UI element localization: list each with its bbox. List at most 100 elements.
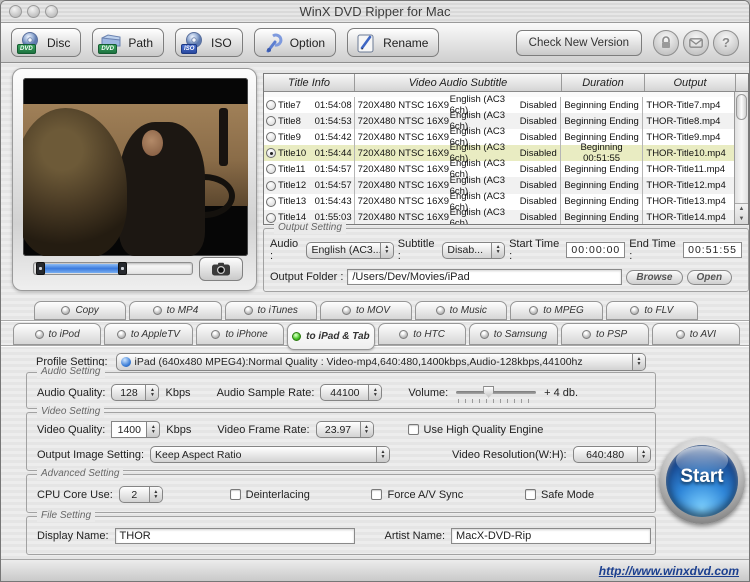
- resolution-select[interactable]: 640:480: [572, 446, 651, 463]
- iso-button[interactable]: ISO ISO: [175, 28, 243, 57]
- open-button[interactable]: Open: [686, 269, 733, 285]
- format-tab[interactable]: to FLV: [605, 301, 698, 320]
- format-tab[interactable]: Copy: [34, 301, 127, 320]
- end-time-field[interactable]: 00:51:55: [683, 242, 743, 258]
- rename-button[interactable]: Rename: [347, 28, 440, 57]
- hq-engine-checkbox-item[interactable]: Use High Quality Engine: [407, 424, 543, 436]
- volume-slider-thumb[interactable]: [483, 385, 495, 398]
- duration-cell[interactable]: Beginning Ending: [561, 97, 644, 114]
- subtitle-state[interactable]: Disabled: [519, 212, 557, 223]
- duration-cell[interactable]: Beginning Ending: [561, 209, 644, 224]
- duration-cell[interactable]: Beginning Ending: [561, 113, 644, 130]
- image-setting-label: Output Image Setting:: [37, 448, 145, 461]
- audio-setting-group: Audio Setting Audio Quality: 128 Kbps Au…: [26, 366, 656, 409]
- column-header-video-audio-subtitle[interactable]: Video Audio Subtitle: [355, 74, 562, 91]
- website-link[interactable]: http://www.winxdvd.com: [599, 564, 739, 578]
- checkbox[interactable]: [371, 489, 383, 500]
- browse-button[interactable]: Browse: [626, 269, 683, 285]
- column-header-duration[interactable]: Duration: [562, 74, 645, 91]
- format-tab[interactable]: to AVI: [651, 323, 740, 345]
- display-name-input[interactable]: THOR: [114, 528, 355, 544]
- checkbox[interactable]: [229, 489, 241, 500]
- zoom-button[interactable]: [45, 5, 58, 18]
- subtitle-state[interactable]: Disabled: [519, 196, 557, 207]
- start-button[interactable]: Start: [659, 438, 745, 524]
- checkbox[interactable]: [524, 489, 536, 500]
- snapshot-button[interactable]: [199, 257, 243, 281]
- disc-button[interactable]: DVD Disc: [11, 28, 82, 57]
- duration-cell[interactable]: Beginning Ending: [561, 161, 644, 178]
- start-time-field[interactable]: 00:00:00: [566, 242, 626, 258]
- artist-name-input[interactable]: MacX-DVD-Rip: [451, 528, 652, 544]
- format-tab[interactable]: to HTC: [378, 323, 467, 345]
- advanced-checkbox-item[interactable]: Deinterlacing: [229, 489, 310, 501]
- stepper-arrows-icon[interactable]: [147, 421, 161, 438]
- contact-button[interactable]: [683, 29, 709, 56]
- trim-start-handle[interactable]: [36, 262, 46, 275]
- title-radio-button[interactable]: [266, 100, 276, 111]
- format-tab[interactable]: to MOV: [319, 301, 413, 320]
- titlebar[interactable]: WinX DVD Ripper for Mac: [1, 1, 749, 23]
- path-button[interactable]: DVD Path: [92, 28, 165, 57]
- subtitle-state[interactable]: Disabled: [519, 164, 557, 175]
- audio-track[interactable]: English (AC3 6ch): [450, 207, 519, 224]
- frame-rate-select[interactable]: 23.97: [315, 421, 374, 438]
- duration-cell[interactable]: Beginning Ending: [561, 193, 644, 210]
- format-tab[interactable]: to iPhone: [195, 323, 284, 345]
- help-button[interactable]: ?: [713, 29, 739, 56]
- subtitle-state[interactable]: Disabled: [519, 148, 557, 159]
- duration-cell[interactable]: Beginning 00:51:55: [561, 142, 644, 164]
- volume-slider[interactable]: [456, 385, 537, 403]
- check-new-version-button[interactable]: Check New Version: [515, 29, 642, 56]
- video-preview-screen[interactable]: [23, 78, 248, 256]
- subtitle-state[interactable]: Disabled: [519, 132, 557, 143]
- option-button[interactable]: Option: [253, 28, 337, 57]
- register-button[interactable]: [653, 29, 679, 56]
- title-radio-button[interactable]: [266, 148, 276, 159]
- profile-select[interactable]: iPad (640x480 MPEG4):Normal Quality : Vi…: [115, 353, 646, 371]
- format-tab[interactable]: to Music: [415, 301, 508, 320]
- cpu-core-select[interactable]: 2: [118, 486, 163, 503]
- format-tab[interactable]: to Samsung: [469, 323, 558, 345]
- sample-rate-select[interactable]: 44100: [320, 384, 383, 401]
- title-radio-button[interactable]: [266, 164, 276, 175]
- format-tab[interactable]: to MP4: [129, 301, 222, 320]
- format-tab[interactable]: to AppleTV: [104, 323, 193, 345]
- duration-cell[interactable]: Beginning Ending: [561, 177, 644, 194]
- title-radio-button[interactable]: [266, 116, 276, 127]
- column-header-output[interactable]: Output: [645, 74, 736, 91]
- trim-slider[interactable]: [33, 262, 193, 275]
- title-radio-button[interactable]: [266, 180, 276, 191]
- scrollbar-arrows[interactable]: ▲ ▼: [735, 203, 748, 224]
- scrollbar-thumb[interactable]: [736, 94, 747, 120]
- advanced-checkbox-item[interactable]: Force A/V Sync: [371, 489, 463, 501]
- subtitle-select[interactable]: Disab...: [442, 241, 506, 259]
- video-quality-label: Video Quality:: [37, 423, 106, 436]
- title-radio-button[interactable]: [266, 132, 276, 143]
- column-header-title-info[interactable]: Title Info: [264, 74, 355, 91]
- format-tab[interactable]: to MPEG: [510, 301, 603, 320]
- image-setting-select[interactable]: Keep Aspect Ratio: [150, 446, 391, 463]
- format-tab[interactable]: to iPad & Tab: [286, 323, 375, 350]
- advanced-checkbox-item[interactable]: Safe Mode: [524, 489, 594, 501]
- trim-end-handle[interactable]: [118, 262, 128, 275]
- subtitle-state[interactable]: Disabled: [519, 116, 557, 127]
- format-tab[interactable]: to PSP: [560, 323, 649, 345]
- format-tab[interactable]: to iTunes: [224, 301, 317, 320]
- table-scrollbar[interactable]: ▲ ▼: [734, 92, 748, 224]
- title-radio-button[interactable]: [266, 196, 276, 207]
- audio-select[interactable]: English (AC3...: [306, 241, 394, 259]
- output-folder-input[interactable]: /Users/Dev/Movies/iPad: [347, 269, 623, 285]
- subtitle-state[interactable]: Disabled: [519, 100, 557, 111]
- close-button[interactable]: [9, 5, 22, 18]
- sample-rate-label: Audio Sample Rate:: [216, 386, 315, 399]
- subtitle-state[interactable]: Disabled: [519, 180, 557, 191]
- video-format: 720X480 NTSC 16X9: [357, 99, 449, 111]
- start-time-label: Start Time :: [509, 238, 560, 262]
- video-quality-field[interactable]: 1400: [111, 421, 161, 438]
- audio-quality-select[interactable]: 128: [111, 384, 160, 401]
- format-tab[interactable]: to iPod: [13, 323, 102, 345]
- minimize-button[interactable]: [27, 5, 40, 18]
- hq-engine-checkbox[interactable]: [407, 424, 419, 435]
- title-name: Title8: [278, 115, 301, 127]
